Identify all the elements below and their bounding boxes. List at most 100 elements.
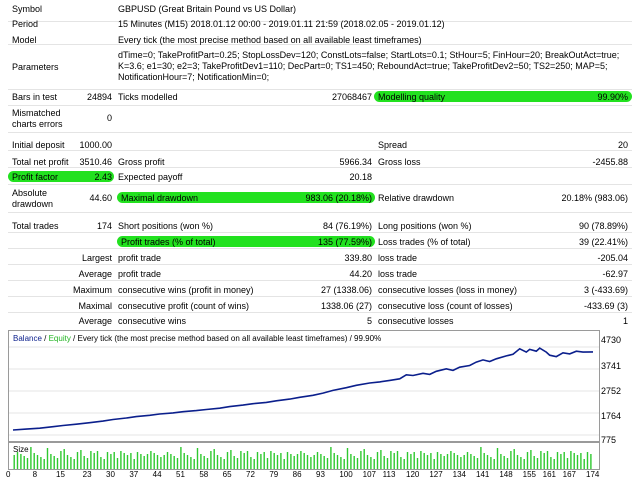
separator xyxy=(8,105,632,106)
profit-trades-label: Profit trades (% of total) xyxy=(121,237,216,247)
y-tick-label: 775 xyxy=(601,435,617,445)
max-drawdown-value: 983.06 (20.18%) xyxy=(305,193,372,203)
size-bar xyxy=(543,453,545,469)
size-bar xyxy=(353,456,355,469)
size-bar xyxy=(346,448,349,469)
quality-label: Modelling quality xyxy=(378,92,446,102)
average-label: Average xyxy=(78,269,112,279)
size-bar xyxy=(303,453,305,469)
size-bar xyxy=(503,456,505,469)
x-tick-label: 30 xyxy=(106,470,115,479)
size-bar xyxy=(63,449,65,469)
rel-drawdown-value: 20.18% (983.06) xyxy=(561,193,628,203)
largest-loss-value: -205.04 xyxy=(597,253,628,263)
size-bar xyxy=(436,452,439,469)
initial-deposit-value: 1000.00 xyxy=(79,140,112,150)
size-bar xyxy=(523,459,525,469)
size-bar xyxy=(276,455,279,469)
abs-drawdown-label: Absolute xyxy=(12,188,48,198)
size-bar xyxy=(423,453,425,469)
size-bar xyxy=(576,455,579,469)
x-tick-label: 161 xyxy=(542,470,557,479)
x-tick-label: 86 xyxy=(292,470,302,479)
balance-line xyxy=(12,347,594,431)
size-bar xyxy=(486,455,489,469)
size-bar xyxy=(103,459,105,469)
size-bar xyxy=(330,447,332,469)
separator xyxy=(8,184,632,185)
size-bar xyxy=(113,452,115,469)
size-bar xyxy=(553,459,555,469)
x-tick-label: 72 xyxy=(246,470,255,479)
size-bar xyxy=(116,458,119,469)
size-bar xyxy=(160,457,162,469)
spread-label: Spread xyxy=(378,140,408,150)
size-bar xyxy=(393,453,395,469)
x-tick-label: 51 xyxy=(176,470,185,479)
x-tick-label: 8 xyxy=(32,470,38,479)
max-drawdown-label: Maximal drawdown xyxy=(121,193,199,203)
size-bar xyxy=(40,457,42,469)
size-bar xyxy=(326,458,329,469)
largest-profit-label: profit trade xyxy=(118,253,162,263)
size-bar xyxy=(473,456,475,469)
size-bar xyxy=(380,450,382,469)
max-cons-losses-value: 3 (-433.69) xyxy=(583,285,628,295)
size-bar xyxy=(50,454,52,469)
size-bar xyxy=(363,449,365,469)
size-bar xyxy=(73,459,75,469)
x-tick-label: 65 xyxy=(222,470,232,479)
size-bar xyxy=(483,453,485,469)
expected-payoff-label: Expected payoff xyxy=(118,172,183,182)
size-bar xyxy=(180,447,182,469)
size-bar xyxy=(220,457,222,469)
x-tick-label: 0 xyxy=(6,470,11,479)
total-trades-value: 174 xyxy=(96,221,112,231)
size-bar xyxy=(20,454,22,469)
period-value: 15 Minutes (M15) 2018.01.12 00:00 - 2019… xyxy=(118,19,445,29)
separator xyxy=(8,212,632,213)
size-bar xyxy=(386,458,389,469)
avg-cons-losses-label: consecutive losses xyxy=(378,316,454,326)
size-bar xyxy=(66,455,69,469)
maximum-label: Maximum xyxy=(72,285,112,295)
size-bar xyxy=(90,451,92,469)
separator xyxy=(8,264,632,265)
size-bar xyxy=(413,452,415,469)
size-bar xyxy=(370,457,372,469)
size-bar xyxy=(426,455,429,469)
size-bar xyxy=(290,454,292,469)
size-bar xyxy=(583,459,585,469)
size-bar xyxy=(33,453,35,469)
size-bar xyxy=(216,455,219,469)
size-bar xyxy=(136,452,139,469)
size-bar xyxy=(230,450,232,469)
size-bar xyxy=(320,454,322,469)
size-bar xyxy=(166,452,169,469)
size-bar xyxy=(356,458,359,469)
largest-profit-value: 339.80 xyxy=(344,253,372,263)
size-bar xyxy=(300,451,302,469)
x-tick-label: 141 xyxy=(476,470,490,479)
size-bar xyxy=(476,458,479,469)
size-bar xyxy=(453,453,455,469)
average-loss-value: -62.97 xyxy=(602,269,628,279)
size-bar xyxy=(470,454,472,469)
size-bar xyxy=(590,454,592,469)
balance-plot xyxy=(9,346,599,436)
size-bar xyxy=(463,455,465,469)
separator xyxy=(8,248,632,249)
size-bar xyxy=(563,452,565,469)
size-bar xyxy=(93,453,95,469)
size-bar xyxy=(366,455,369,469)
size-bar xyxy=(306,455,309,469)
x-tick-label: 23 xyxy=(82,470,92,479)
size-bar xyxy=(203,456,205,469)
size-bar xyxy=(146,454,149,469)
size-bar xyxy=(516,455,519,469)
model-value: Every tick (the most precise method base… xyxy=(118,35,422,45)
size-bar xyxy=(546,451,549,469)
size-bar xyxy=(540,451,542,469)
size-bar xyxy=(506,458,509,469)
profit-trades-value: 135 (77.59%) xyxy=(317,237,372,247)
